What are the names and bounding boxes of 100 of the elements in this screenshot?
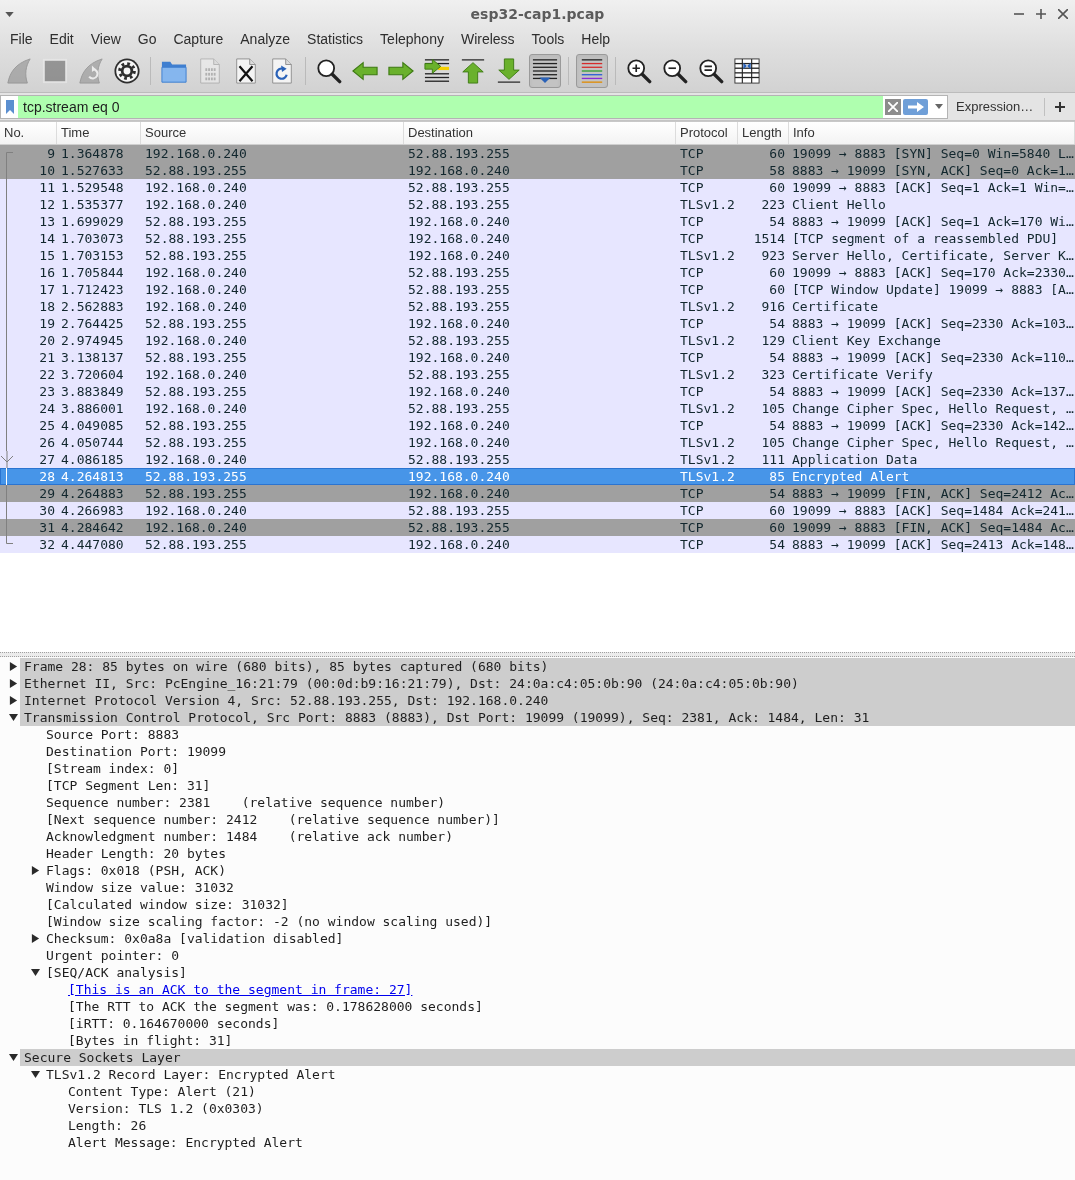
tree-item[interactable]: Version: TLS 1.2 (0x0303) xyxy=(68,1100,264,1117)
packet-row[interactable]: 9 1.364878 192.168.0.240 52.88.193.255 TCP 60 19099 → 8883 [SYN] Seq=0 Win=5840 L… xyxy=(0,145,1075,162)
tree-item[interactable]: [Bytes in flight: 31] xyxy=(68,1032,233,1049)
tree-item[interactable]: Window size value: 31032 xyxy=(46,879,234,896)
table-cell-text: TLSv1.2 xyxy=(679,451,736,468)
menu-item[interactable]: View xyxy=(90,30,121,48)
caret-down-icon[interactable] xyxy=(8,713,18,722)
packet-row[interactable]: 16 1.705844 192.168.0.240 52.88.193.255 TCP 60 19099 → 8883 [ACK] Seq=170 Ack=2330… xyxy=(0,264,1075,281)
packet-row[interactable]: 21 3.138137 52.88.193.255 192.168.0.240 TCP 54 8883 → 19099 [ACK] Seq=2330 Ack=110… xyxy=(0,349,1075,366)
column-header[interactable]: Protocol xyxy=(676,122,738,144)
tree-item[interactable]: Source Port: 8883 xyxy=(46,726,180,743)
maximize-icon[interactable] xyxy=(1036,9,1046,19)
column-header[interactable]: Destination xyxy=(404,122,676,144)
column-header[interactable]: Time xyxy=(57,122,141,144)
table-cell-text: 3.883849 xyxy=(60,383,125,400)
tree-item[interactable]: [Window size scaling factor: -2 (no window scaling used)] xyxy=(46,913,493,930)
tree-item[interactable]: Content Type: Alert (21) xyxy=(68,1083,256,1100)
packet-row[interactable]: 31 4.284642 192.168.0.240 52.88.193.255 TCP 60 19099 → 8883 [FIN, ACK] Seq=1484 Ac… xyxy=(0,519,1075,536)
table-cell-text: Certificate Verify xyxy=(791,366,934,383)
packet-row[interactable]: 20 2.974945 192.168.0.240 52.88.193.255 TLSv1.2 129 Client Key Exchange xyxy=(0,332,1075,349)
tree-item[interactable]: Length: 26 xyxy=(68,1117,147,1134)
tree-item[interactable]: Frame 28: 85 bytes on wire (680 bits), 85 bytes captured (680 bits) xyxy=(20,658,1075,675)
caret-right-icon[interactable] xyxy=(8,679,18,688)
packet-row[interactable]: 18 2.562883 192.168.0.240 52.88.193.255 TLSv1.2 916 Certificate xyxy=(0,298,1075,315)
close-icon[interactable] xyxy=(1058,9,1068,19)
tree-item[interactable]: Destination Port: 19099 xyxy=(46,743,226,760)
packet-row[interactable]: 23 3.883849 52.88.193.255 192.168.0.240 TCP 54 8883 → 19099 [ACK] Seq=2330 Ack=137… xyxy=(0,383,1075,400)
table-cell-text: 192.168.0.240 xyxy=(144,519,248,536)
packet-row[interactable]: 17 1.712423 192.168.0.240 52.88.193.255 TCP 60 [TCP Window Update] 19099 → 8883 [A… xyxy=(0,281,1075,298)
column-header[interactable]: Length xyxy=(738,122,789,144)
colorize-button[interactable] xyxy=(576,54,608,88)
menu-item[interactable]: Statistics xyxy=(307,30,364,48)
auto-scroll-button[interactable] xyxy=(529,54,561,88)
packet-row[interactable]: 32 4.447080 52.88.193.255 192.168.0.240 TCP 54 8883 → 19099 [ACK] Seq=2413 Ack=148… xyxy=(0,536,1075,553)
caret-down-icon[interactable] xyxy=(30,968,40,977)
packet-row[interactable]: 30 4.266983 192.168.0.240 52.88.193.255 TCP 60 19099 → 8883 [ACK] Seq=1484 Ack=241… xyxy=(0,502,1075,519)
packet-row[interactable]: 26 4.050744 52.88.193.255 192.168.0.240 TLSv1.2 105 Change Cipher Spec, Hello Request, … xyxy=(0,434,1075,451)
tree-item[interactable]: Alert Message: Encrypted Alert xyxy=(68,1134,303,1151)
tree-item[interactable]: Flags: 0x018 (PSH, ACK) xyxy=(46,862,226,879)
caret-down-icon[interactable] xyxy=(8,1053,18,1062)
table-cell-text: Change Cipher Spec, Hello Request, … xyxy=(791,434,1075,451)
tree-item[interactable]: Sequence number: 2381 (relative sequence number) xyxy=(46,794,446,811)
packet-row[interactable]: 22 3.720604 192.168.0.240 52.88.193.255 TLSv1.2 323 Certificate Verify xyxy=(0,366,1075,383)
caret-right-icon[interactable] xyxy=(8,662,18,671)
expression-button[interactable]: Expression… xyxy=(956,96,1034,117)
packet-row[interactable]: 29 4.264883 52.88.193.255 192.168.0.240 TCP 54 8883 → 19099 [FIN, ACK] Seq=2412 Ac… xyxy=(0,485,1075,502)
clear-button[interactable] xyxy=(885,98,901,115)
packet-row[interactable]: 13 1.699029 52.88.193.255 192.168.0.240 TCP 54 8883 → 19099 [ACK] Seq=1 Ack=170 Wi… xyxy=(0,213,1075,230)
packet-row[interactable]: 24 3.886001 192.168.0.240 52.88.193.255 TLSv1.2 105 Change Cipher Spec, Hello Request, … xyxy=(0,400,1075,417)
tree-item[interactable]: Checksum: 0x0a8a [validation disabled] xyxy=(46,930,344,947)
tree-item[interactable]: [iRTT: 0.164670000 seconds] xyxy=(68,1015,280,1032)
tree-item[interactable]: TLSv1.2 Record Layer: Encrypted Alert xyxy=(46,1066,336,1083)
packet-row[interactable]: 12 1.535377 192.168.0.240 52.88.193.255 TLSv1.2 223 Client Hello xyxy=(0,196,1075,213)
file-reload-icon xyxy=(269,58,295,84)
menu-item[interactable]: Tools xyxy=(531,30,565,48)
tree-item[interactable]: Secure Sockets Layer xyxy=(20,1049,1075,1066)
packet-row[interactable]: 10 1.527633 52.88.193.255 192.168.0.240 TCP 58 8883 → 19099 [SYN, ACK] Seq=0 Ack=1… xyxy=(0,162,1075,179)
table-cell-text: TCP xyxy=(679,315,705,332)
menu-item[interactable]: Edit xyxy=(49,30,74,48)
menu-item[interactable]: Go xyxy=(137,30,157,48)
caret-down-icon[interactable] xyxy=(5,11,14,17)
packet-row[interactable]: 15 1.703153 52.88.193.255 192.168.0.240 TLSv1.2 923 Server Hello, Certificate, Server K… xyxy=(0,247,1075,264)
caret-right-icon[interactable] xyxy=(30,934,40,943)
tree-item[interactable]: [Calculated window size: 31032] xyxy=(46,896,289,913)
apply-button[interactable] xyxy=(903,98,928,115)
tree-item[interactable]: [The RTT to ACK the segment was: 0.178628000 seconds] xyxy=(68,998,483,1015)
tree-item[interactable]: Internet Protocol Version 4, Src: 52.88.193.255, Dst: 192.168.0.240 xyxy=(20,692,1075,709)
column-header[interactable]: Info xyxy=(789,122,1075,144)
tree-item[interactable]: [TCP Segment Len: 31] xyxy=(46,777,211,794)
packet-row[interactable]: 19 2.764425 52.88.193.255 192.168.0.240 TCP 54 8883 → 19099 [ACK] Seq=2330 Ack=103… xyxy=(0,315,1075,332)
filter-input[interactable]: tcp.stream eq 0 xyxy=(18,95,883,118)
packet-row[interactable]: 14 1.703073 52.88.193.255 192.168.0.240 TCP 1514 [TCP segment of a reassembled PDU] xyxy=(0,230,1075,247)
tree-item[interactable]: Acknowledgment number: 1484 (relative ack number) xyxy=(46,828,453,845)
tree-item[interactable]: [Next sequence number: 2412 (relative sequence number)] xyxy=(46,811,500,828)
column-header[interactable]: Source xyxy=(141,122,404,144)
tree-item[interactable]: Urgent pointer: 0 xyxy=(46,947,180,964)
caret-right-icon[interactable] xyxy=(30,866,40,875)
tree-item[interactable]: [SEQ/ACK analysis] xyxy=(46,964,187,981)
tree-item[interactable]: Transmission Control Protocol, Src Port: 8883 (8883), Dst Port: 19099 (19099), Seq: 2381, Ack: 1484, Len: 31 xyxy=(20,709,1075,726)
table-cell-text: 52.88.193.255 xyxy=(407,145,511,162)
splitter-handle[interactable] xyxy=(0,652,1075,657)
menu-item[interactable]: Telephony xyxy=(380,30,444,48)
table-cell-text: 52.88.193.255 xyxy=(407,298,511,315)
table-cell-text: 20 xyxy=(38,332,56,349)
menu-item[interactable]: Analyze xyxy=(240,30,291,48)
menu-item[interactable]: Capture xyxy=(173,30,224,48)
menu-item[interactable]: Wireless xyxy=(460,30,515,48)
tree-item[interactable]: Ethernet II, Src: PcEngine_16:21:79 (00:0d:b9:16:21:79), Dst: 24:0a:c4:05:0b:90 (24:0a:c4:05:0b:90) xyxy=(20,675,1075,692)
table-cell-text: 18 xyxy=(38,298,56,315)
caret-down-icon[interactable] xyxy=(30,1070,40,1079)
tree-item[interactable]: [Stream index: 0] xyxy=(46,760,180,777)
menu-item[interactable]: File xyxy=(10,30,33,48)
packet-row[interactable]: 25 4.049085 52.88.193.255 192.168.0.240 TCP 54 8883 → 19099 [ACK] Seq=2330 Ack=142… xyxy=(0,417,1075,434)
menu-item[interactable]: Help xyxy=(581,30,611,48)
column-header[interactable]: No. xyxy=(0,122,57,144)
frame-link[interactable]: [This is an ACK to the segment in frame: 27] xyxy=(68,981,413,998)
packet-row[interactable]: 27 4.086185 192.168.0.240 52.88.193.255 TLSv1.2 111 Application Data xyxy=(0,451,1075,468)
packet-row[interactable]: 11 1.529548 192.168.0.240 52.88.193.255 TCP 60 19099 → 8883 [ACK] Seq=1 Ack=1 Win=… xyxy=(0,179,1075,196)
caret-right-icon[interactable] xyxy=(8,696,18,705)
tree-item[interactable]: Header Length: 20 bytes xyxy=(46,845,226,862)
